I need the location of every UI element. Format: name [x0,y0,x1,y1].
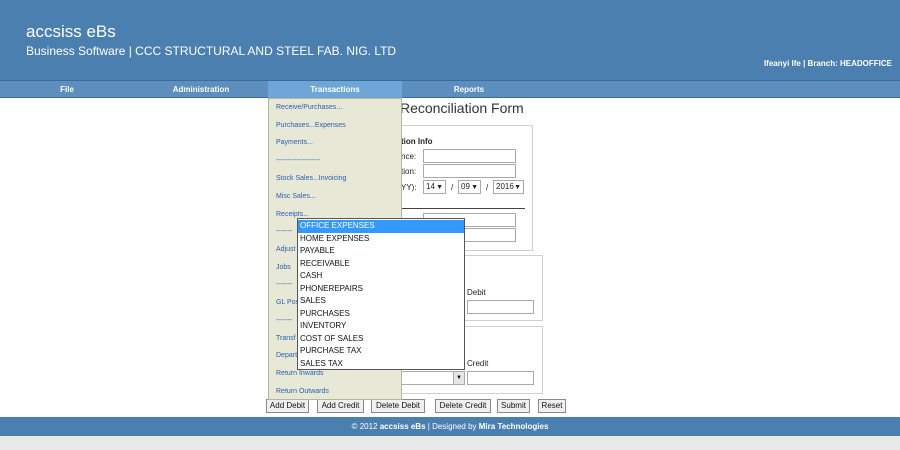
menu-item-payments[interactable]: Payments... [276,139,313,146]
footer: © 2012 accsiss eBs | Designed by Mira Te… [0,417,900,436]
user-branch-info: Ifeanyi Ife | Branch: HEADOFFICE [763,59,892,68]
footer-designer: Mira Technologies [478,422,549,431]
option-home-expenses[interactable]: HOME EXPENSES [298,233,464,246]
menu-item-department[interactable]: Depart [276,352,297,359]
year-value: 2016 [496,182,514,191]
description-label: tion: [401,167,417,176]
description-input[interactable] [423,164,516,178]
reference-input[interactable] [423,149,516,163]
app-header: accsiss eBs Business Software | CCC STRU… [0,0,900,80]
section-header: tion Info [401,137,433,146]
menu-separator: ------- [276,228,293,235]
nav-transactions[interactable]: Transactions [268,81,402,98]
add-credit-button[interactable]: Add Credit [317,399,364,413]
menu-item-receipts[interactable]: Receipts... [276,211,309,218]
date-label: YY): [401,183,417,192]
chevron-down-icon: ▼ [453,372,464,384]
option-office-expenses[interactable]: OFFICE EXPENSES [298,220,464,233]
nav-reports[interactable]: Reports [402,81,536,98]
main-nav: File Administration Transactions Reports [0,80,900,98]
add-debit-button[interactable]: Add Debit [266,399,309,413]
delete-debit-button[interactable]: Delete Debit [371,399,425,413]
option-purchase-tax[interactable]: PURCHASE TAX [298,345,464,358]
option-sales-tax[interactable]: SALES TAX [298,358,464,370]
day-value: 14 [426,182,435,191]
option-cash[interactable]: CASH [298,270,464,283]
footer-copyright: © 2012 [351,422,380,431]
submit-button[interactable]: Submit [497,399,530,413]
day-select[interactable]: 14 ▼ [423,180,446,194]
debit-amount-input[interactable] [467,300,534,314]
option-purchases[interactable]: PURCHASES [298,308,464,321]
delete-credit-button[interactable]: Delete Credit [435,399,491,413]
date-separator: / [451,183,454,192]
nav-administration[interactable]: Administration [134,81,268,98]
menu-item-gl-post[interactable]: GL Pos [276,299,299,306]
reset-button[interactable]: Reset [538,399,566,413]
credit-account-select[interactable]: ▼ [397,371,465,385]
footer-strip [0,436,900,450]
footer-brand: accsiss eBs [379,422,426,431]
menu-item-misc-sales[interactable]: Misc Sales... [276,193,316,200]
menu-item-return-outwards[interactable]: Return Outwards [276,388,329,395]
chevron-down-icon: ▼ [514,184,521,191]
account-options-list[interactable]: OFFICE EXPENSES HOME EXPENSES PAYABLE RE… [297,218,465,370]
month-value: 09 [461,182,470,191]
menu-item-stock-sales[interactable]: Stock Sales...Invoicing [276,175,346,182]
option-payable[interactable]: PAYABLE [298,245,464,258]
chevron-down-icon: ▼ [436,184,443,191]
month-select[interactable]: 09 ▼ [458,180,481,194]
menu-item-jobs[interactable]: Jobs [276,264,291,271]
reference-label: nce: [401,152,417,161]
menu-item-purchases-expenses[interactable]: Purchases...Expenses [276,122,346,129]
menu-item-transfer[interactable]: Transf [276,335,296,342]
debit-label: Debit [467,288,486,297]
menu-item-receive-purchases[interactable]: Receive/Purchases... [276,104,342,111]
form-title: Reconciliation Form [400,100,524,116]
credit-label: Credit [467,359,489,368]
option-inventory[interactable]: INVENTORY [298,320,464,333]
nav-file[interactable]: File [0,81,134,98]
divider [401,208,525,209]
menu-separator: ------- [276,281,293,288]
year-select[interactable]: 2016 ▼ [493,180,524,194]
app-subtitle: Business Software | CCC STRUCTURAL AND S… [26,44,397,58]
chevron-down-icon: ▼ [471,184,478,191]
menu-separator: ------------------- [276,157,321,164]
option-phonerepairs[interactable]: PHONEREPAIRS [298,283,464,296]
option-receivable[interactable]: RECEIVABLE [298,258,464,271]
footer-designed-by: | Designed by [425,422,479,431]
menu-item-return-inwards[interactable]: Return Inwards [276,370,323,377]
credit-amount-input[interactable] [467,371,534,385]
app-title: accsiss eBs [26,22,116,41]
option-sales[interactable]: SALES [298,295,464,308]
option-cost-of-sales[interactable]: COST OF SALES [298,333,464,346]
menu-separator: ------- [276,317,293,324]
menu-item-adjust[interactable]: Adjust [276,246,295,253]
date-separator: / [486,183,489,192]
